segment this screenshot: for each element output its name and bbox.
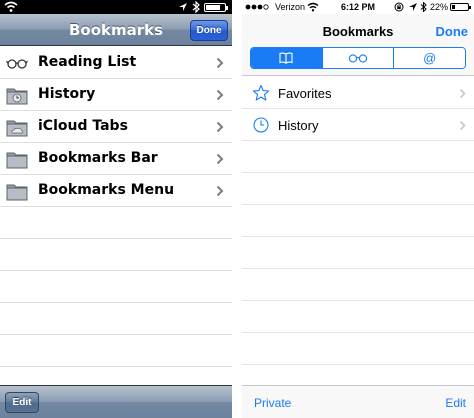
panel-divider <box>232 0 242 418</box>
chevron-right-icon <box>459 88 466 99</box>
history-folder-icon <box>6 88 28 105</box>
status-bar: Verizon 6:12 PM 22% <box>242 0 474 14</box>
bookmarks-segmented-control: @ <box>250 47 466 69</box>
bluetooth-icon <box>420 2 427 12</box>
navigation-bar: Bookmarks Done <box>0 14 232 46</box>
chevron-right-icon <box>459 120 466 131</box>
glasses-icon <box>6 59 28 69</box>
list-item-label: Favorites <box>278 86 332 101</box>
bookmarks-list: Reading List History iCloud Tabs Bookmar… <box>0 47 232 207</box>
empty-list-rows <box>242 141 474 377</box>
chevron-right-icon <box>216 185 224 197</box>
done-button[interactable]: Done <box>190 20 228 41</box>
battery-level <box>452 5 456 9</box>
book-icon <box>279 52 293 64</box>
segment-reading-list[interactable] <box>321 48 394 68</box>
chevron-right-icon <box>216 121 224 133</box>
list-item-label: iCloud Tabs <box>38 118 128 134</box>
battery-icon <box>204 3 228 12</box>
clock-icon <box>253 117 269 133</box>
list-item-history[interactable]: History <box>242 109 474 141</box>
list-item-label: History <box>38 86 96 102</box>
bluetooth-icon <box>192 1 200 13</box>
list-item-favorites[interactable]: Favorites <box>242 77 474 109</box>
at-icon: @ <box>423 50 437 66</box>
folder-icon <box>6 184 28 201</box>
done-button[interactable]: Done <box>436 24 469 39</box>
rotation-lock-icon <box>394 2 404 12</box>
chevron-right-icon <box>216 57 224 69</box>
edit-button[interactable]: Edit <box>5 392 39 413</box>
bottom-toolbar: Edit <box>0 385 232 418</box>
navigation-bar: Bookmarks Done @ <box>242 14 474 76</box>
list-item-label: Bookmarks Bar <box>38 150 158 166</box>
bookmarks-list: Favorites History <box>242 77 474 141</box>
edit-button[interactable]: Edit <box>445 396 466 410</box>
list-item-bookmarks-bar[interactable]: Bookmarks Bar <box>0 143 232 175</box>
private-button[interactable]: Private <box>254 396 291 410</box>
chevron-right-icon <box>216 153 224 165</box>
battery-icon <box>450 3 471 11</box>
wifi-icon <box>4 1 18 12</box>
segment-shared-links[interactable]: @ <box>393 48 465 68</box>
list-item-label: History <box>278 118 319 133</box>
ios6-bookmarks-panel: Bookmarks Done Reading List History iClo… <box>0 0 232 418</box>
star-icon <box>252 84 270 101</box>
battery-percentage: 22% <box>430 2 449 12</box>
location-icon <box>179 3 187 11</box>
empty-list-rows <box>0 207 232 385</box>
list-item-reading-list[interactable]: Reading List <box>0 47 232 79</box>
list-item-label: Reading List <box>38 54 137 70</box>
status-bar <box>0 0 232 14</box>
glasses-icon <box>348 54 368 63</box>
segment-bookmarks[interactable] <box>251 48 322 68</box>
ios7-bookmarks-panel: Verizon 6:12 PM 22% Bookmarks Done @ Fav… <box>242 0 474 418</box>
chevron-right-icon <box>216 89 224 101</box>
bottom-toolbar: Private Edit <box>242 385 474 418</box>
folder-icon <box>6 152 28 169</box>
list-item-label: Bookmarks Menu <box>38 182 175 198</box>
battery-level <box>206 5 221 10</box>
list-item-bookmarks-menu[interactable]: Bookmarks Menu <box>0 175 232 207</box>
cloud-folder-icon <box>6 120 28 137</box>
list-item-icloud-tabs[interactable]: iCloud Tabs <box>0 111 232 143</box>
location-icon <box>409 3 417 11</box>
list-item-history[interactable]: History <box>0 79 232 111</box>
